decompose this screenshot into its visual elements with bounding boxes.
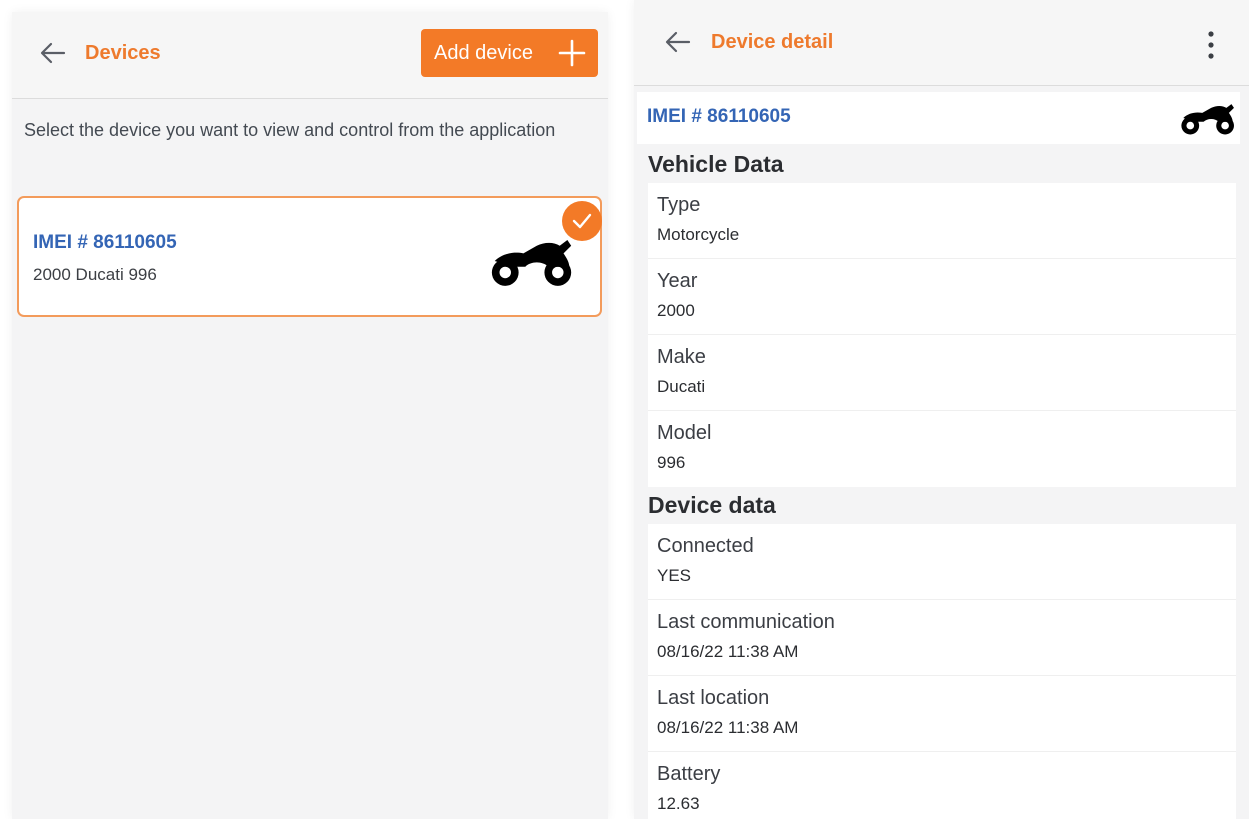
device-detail-screen: Device detail IMEI # 86110605 Vehicle Da…	[634, 0, 1249, 819]
device-field-connected: Connected YES	[648, 524, 1236, 600]
field-value: YES	[657, 566, 692, 585]
back-arrow-icon[interactable]	[664, 28, 692, 56]
device-field-battery: Battery 12.63	[648, 752, 1236, 819]
page-title: Devices	[85, 42, 161, 64]
device-data-list: Connected YES Last communication 08/16/2…	[648, 524, 1236, 819]
field-label: Model	[657, 422, 712, 444]
field-value: 08/16/22 11:38 AM	[657, 642, 799, 661]
devices-header: Devices Add device	[12, 12, 608, 99]
vehicle-field-type: Type Motorcycle	[648, 183, 1236, 259]
field-value: 2000	[657, 301, 695, 320]
device-imei: IMEI # 86110605	[647, 106, 791, 127]
device-vehicle-name: 2000 Ducati 996	[33, 265, 157, 284]
devices-screen: Devices Add device Select the device you…	[12, 12, 608, 819]
plus-icon	[558, 39, 586, 67]
field-value: 996	[657, 453, 686, 472]
field-label: Make	[657, 346, 706, 368]
add-device-button[interactable]: Add device	[421, 29, 598, 77]
device-card[interactable]: IMEI # 86110605 2000 Ducati 996	[17, 196, 602, 317]
add-device-label: Add device	[434, 41, 533, 64]
field-label: Connected	[657, 535, 754, 557]
motorcycle-icon	[1181, 104, 1234, 135]
field-label: Battery	[657, 763, 721, 785]
field-value: 12.63	[657, 794, 700, 813]
detail-header: Device detail	[634, 0, 1249, 86]
vehicle-data-list: Type Motorcycle Year 2000 Make Ducati Mo…	[648, 183, 1236, 487]
field-label: Last location	[657, 687, 770, 709]
selected-check-badge	[562, 201, 602, 241]
motorcycle-icon	[491, 239, 572, 286]
field-value: 08/16/22 11:38 AM	[657, 718, 799, 737]
field-label: Last communication	[657, 611, 835, 633]
device-field-last-location: Last location 08/16/22 11:38 AM	[648, 676, 1236, 752]
vehicle-field-make: Make Ducati	[648, 335, 1236, 411]
device-data-section-title: Device data	[648, 492, 776, 518]
device-field-last-communication: Last communication 08/16/22 11:38 AM	[648, 600, 1236, 676]
device-imei: IMEI # 86110605	[33, 232, 177, 253]
field-value: Ducati	[657, 377, 706, 396]
field-label: Type	[657, 194, 701, 216]
imei-row: IMEI # 86110605	[637, 92, 1240, 144]
check-icon	[572, 213, 592, 229]
field-value: Motorcycle	[657, 225, 740, 244]
vehicle-field-model: Model 996	[648, 411, 1236, 487]
back-arrow-icon[interactable]	[39, 39, 67, 67]
intro-text: Select the device you want to view and c…	[24, 120, 556, 140]
field-label: Year	[657, 270, 698, 292]
page-title: Device detail	[711, 31, 834, 53]
vehicle-data-section-title: Vehicle Data	[648, 151, 784, 177]
vehicle-field-year: Year 2000	[648, 259, 1236, 335]
more-vertical-icon[interactable]	[1201, 28, 1221, 62]
